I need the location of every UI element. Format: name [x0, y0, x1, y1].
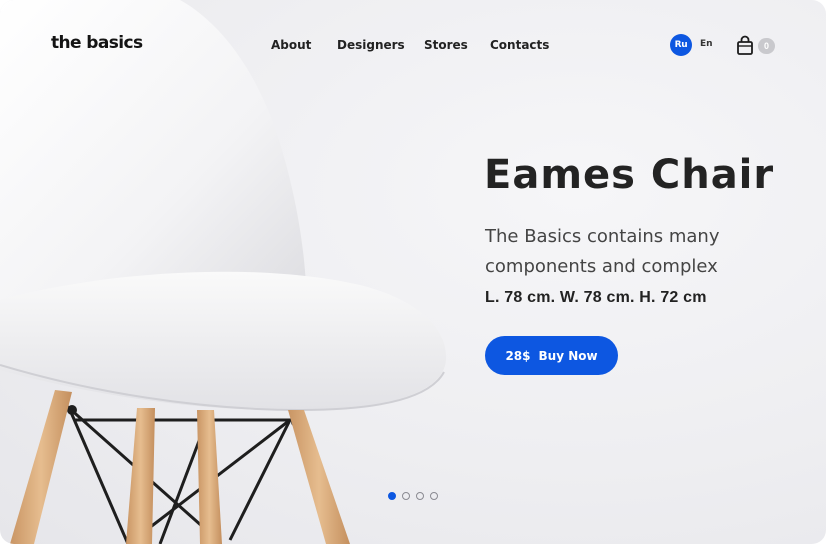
product-title: Eames Chair	[484, 152, 775, 198]
buy-now-button[interactable]: 28$ Buy Now	[485, 336, 618, 375]
slider-dot-1[interactable]	[388, 492, 396, 500]
language-ru-button[interactable]: Ru	[670, 34, 692, 56]
nav-stores[interactable]: Stores	[424, 38, 468, 52]
chair-image	[0, 0, 447, 544]
cart-count-badge: 0	[758, 38, 775, 54]
product-description: The Basics contains many components and …	[485, 226, 720, 277]
nav-about[interactable]: About	[271, 38, 311, 52]
slider-dot-3[interactable]	[416, 492, 424, 500]
price-label: 28$	[505, 348, 531, 363]
slider-dot-2[interactable]	[402, 492, 410, 500]
hero-page: the basics About Designers Stores Contac…	[0, 0, 826, 544]
nav-designers[interactable]: Designers	[337, 38, 405, 52]
language-en-button[interactable]: En	[700, 39, 713, 49]
shopping-bag-icon[interactable]	[736, 35, 754, 55]
site-logo[interactable]: the basics	[51, 33, 143, 53]
slider-pagination	[388, 492, 438, 500]
nav-contacts[interactable]: Contacts	[490, 38, 549, 52]
buy-now-label: Buy Now	[538, 348, 598, 363]
product-dimensions: L. 78 cm. W. 78 cm. H. 72 cm	[485, 289, 707, 306]
slider-dot-4[interactable]	[430, 492, 438, 500]
